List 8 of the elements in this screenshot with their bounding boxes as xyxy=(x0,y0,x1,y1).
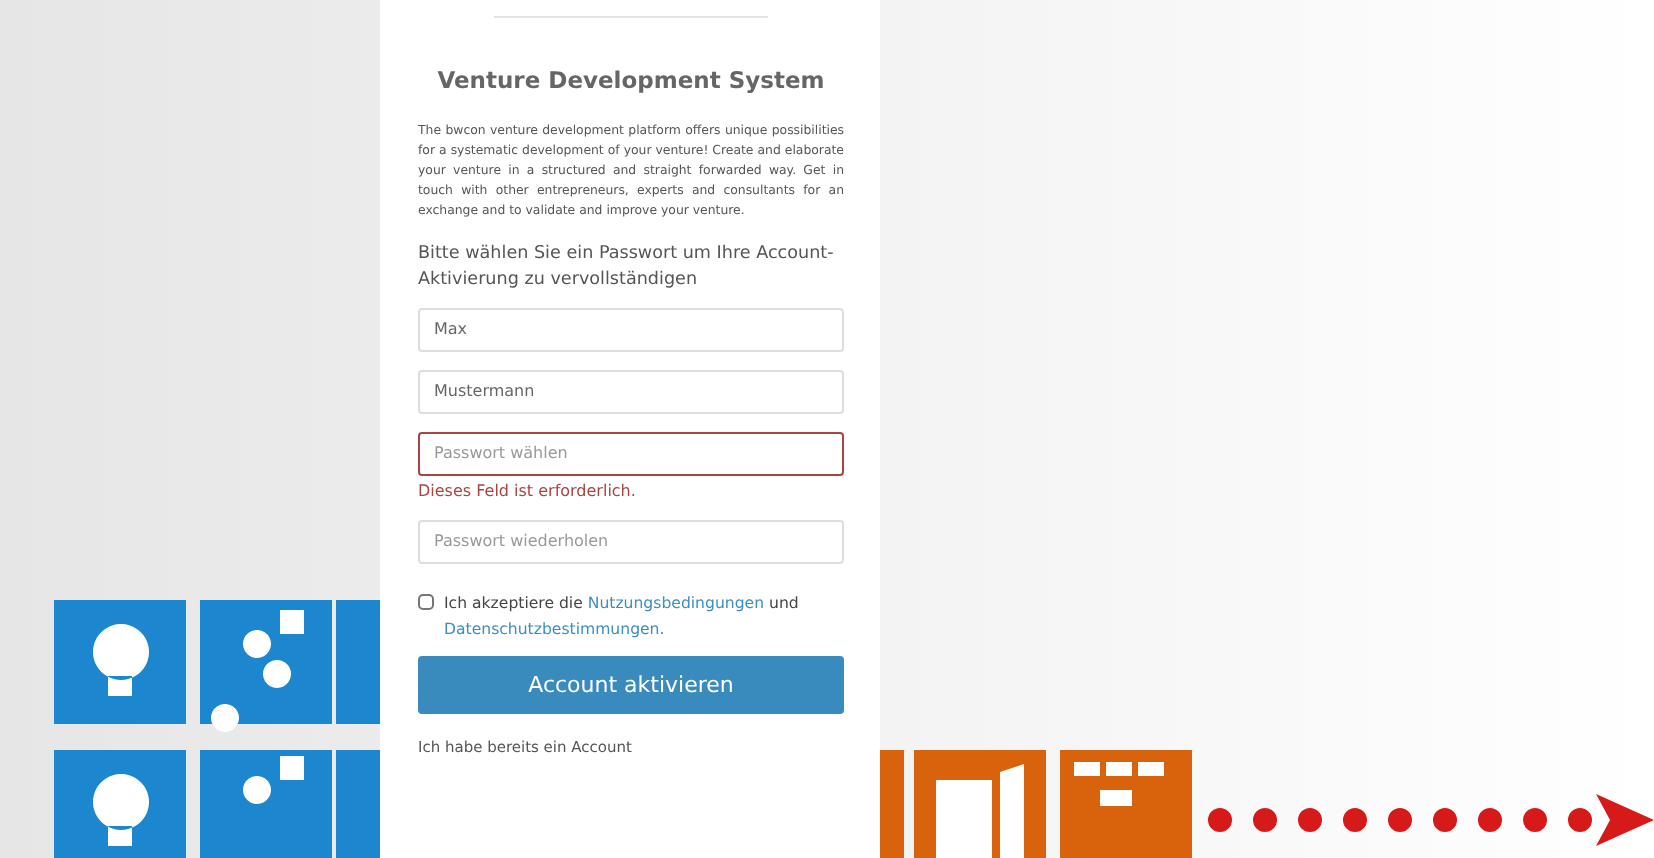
input-field[interactable]: Mustermann xyxy=(418,369,844,414)
input-field[interactable]: Passwort wählen xyxy=(418,431,844,476)
error-message: Dieses Feld ist erforderlich. xyxy=(418,481,638,500)
instruction-text: Bitte wählen Sie ein Passwort um Ihre Account-Aktivierung zu vervollständigen xyxy=(418,241,836,294)
card-title: Venture Development System xyxy=(435,66,827,94)
terms-checkbox[interactable] xyxy=(418,593,434,610)
input-field[interactable]: Max xyxy=(418,307,844,352)
activate-button[interactable]: Account aktivieren xyxy=(418,655,844,714)
